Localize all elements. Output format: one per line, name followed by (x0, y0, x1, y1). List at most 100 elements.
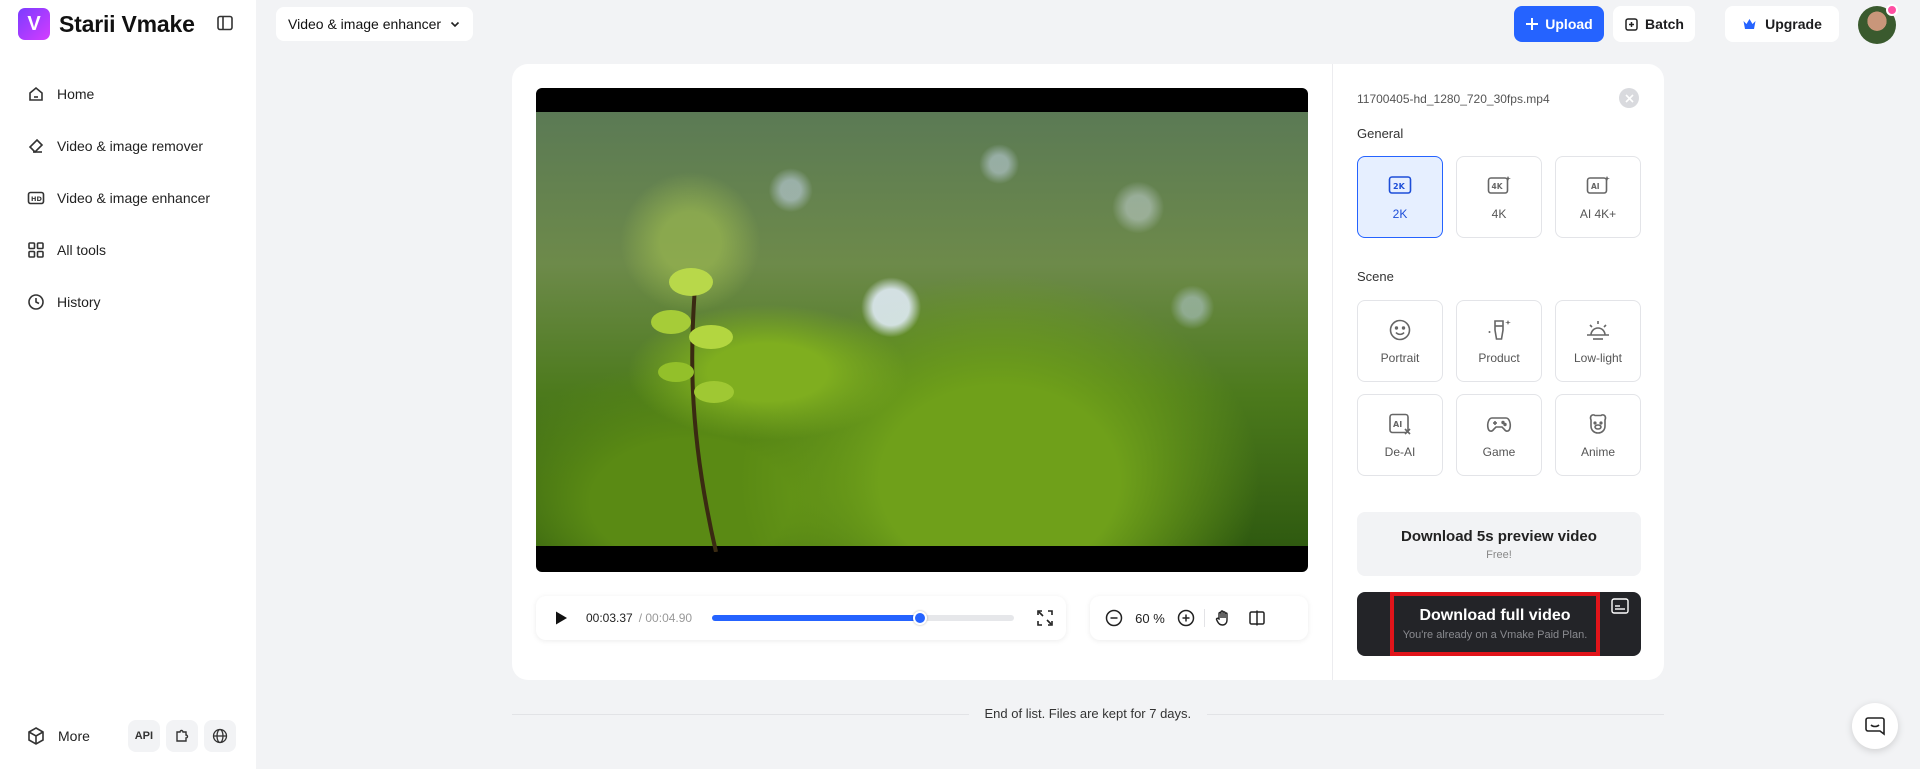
close-file-button[interactable] (1619, 88, 1639, 108)
smile-icon (1387, 317, 1413, 343)
sidebar-bottom: More API (26, 720, 236, 752)
cube-icon (28, 727, 44, 745)
chevron-down-icon (451, 21, 460, 28)
option-label: Portrait (1380, 351, 1420, 365)
sidebar-item-enhancer[interactable]: HD Video & image enhancer (16, 176, 244, 220)
close-icon (1624, 93, 1634, 103)
sidebar-toggle-icon[interactable] (216, 14, 234, 32)
2k-icon: 2K (1387, 173, 1413, 199)
progress-bar[interactable] (712, 611, 1015, 625)
4k-icon: 4K (1486, 173, 1512, 199)
player-controls: 00:03.37 / 00:04.90 (536, 596, 1066, 640)
sidebar-mini-buttons: API (127, 720, 236, 752)
option-label: 2K (1392, 207, 1408, 221)
batch-icon (1625, 17, 1638, 31)
upload-button[interactable]: Upload (1514, 6, 1604, 42)
sidebar-item-home[interactable]: Home (16, 72, 244, 116)
option-label: Product (1478, 351, 1520, 365)
chat-support-button[interactable] (1852, 703, 1898, 749)
option-label: AI 4K+ (1579, 207, 1617, 221)
hd-icon: HD (26, 188, 46, 208)
sidebar-item-label: Video & image remover (57, 138, 204, 154)
language-button[interactable] (203, 720, 236, 752)
scene-low-light[interactable]: Low-light (1555, 300, 1641, 382)
bear-icon (1585, 411, 1611, 437)
zoom-out-icon[interactable] (1104, 608, 1124, 628)
sidebar-item-history[interactable]: History (16, 280, 244, 324)
sidebar-item-label: Home (57, 86, 95, 102)
app-logo[interactable]: V Starii Vmake (18, 8, 195, 40)
gamepad-icon (1486, 411, 1512, 437)
subtitle-icon[interactable] (1611, 598, 1629, 614)
puzzle-icon (176, 729, 189, 742)
eraser-icon (26, 136, 46, 156)
svg-text:HD: HD (31, 195, 42, 203)
plus-icon (1526, 18, 1539, 30)
file-name: 11700405-hd_1280_720_30fps.mp4 (1357, 92, 1550, 106)
scene-de-ai[interactable]: AI De-AI (1357, 394, 1443, 476)
sidebar-item-remover[interactable]: Video & image remover (16, 124, 244, 168)
option-label: 4K (1491, 207, 1507, 221)
progress-thumb[interactable] (913, 611, 928, 625)
option-ai-4k[interactable]: AI AI 4K+ (1555, 156, 1641, 238)
current-time: 00:03.37 (586, 611, 633, 625)
sidebar: V Starii Vmake Home Video & image remove… (0, 0, 256, 769)
batch-button[interactable]: Batch (1613, 6, 1695, 42)
svg-text:AI: AI (1591, 182, 1600, 191)
zoom-in-icon[interactable] (1176, 608, 1196, 628)
sunrise-icon (1585, 317, 1611, 343)
play-icon[interactable] (552, 609, 570, 627)
scene-portrait[interactable]: Portrait (1357, 300, 1443, 382)
api-button[interactable]: API (127, 720, 160, 752)
option-4k[interactable]: 4K 4K (1456, 156, 1542, 238)
app-name: Starii Vmake (59, 10, 195, 37)
option-2k[interactable]: 2K 2K (1357, 156, 1443, 238)
full-title: Download full video (1419, 607, 1571, 624)
product-icon (1486, 317, 1512, 343)
option-label: De-AI (1384, 445, 1416, 459)
tool-select-dropdown[interactable]: Video & image enhancer (276, 7, 474, 41)
upload-label: Upload (1545, 16, 1593, 32)
fullscreen-icon[interactable] (1036, 609, 1054, 627)
download-preview-button[interactable]: Download 5s preview video Free! (1357, 512, 1641, 576)
hand-icon[interactable] (1213, 608, 1233, 628)
avatar[interactable] (1858, 4, 1898, 44)
progress-fill (712, 615, 921, 621)
plant-image (651, 268, 734, 552)
editor-card: 00:03.37 / 00:04.90 60 % 11700405-hd_128… (512, 64, 1664, 680)
sidebar-item-label: Video & image enhancer (57, 190, 211, 206)
scene-product[interactable]: Product (1456, 300, 1542, 382)
video-frame (536, 112, 1308, 552)
compare-icon[interactable] (1247, 608, 1267, 628)
download-full-button[interactable]: Download full video You're already on a … (1357, 592, 1641, 656)
tool-select-value: Video & image enhancer (288, 16, 442, 32)
zoom-divider (1204, 609, 1205, 627)
scene-label: Scene (1357, 269, 1394, 284)
globe-icon (212, 728, 228, 744)
plugin-button[interactable] (165, 720, 198, 752)
more-button[interactable]: More (26, 726, 90, 746)
svg-text:2K: 2K (1393, 182, 1406, 191)
preview-subtitle: Free! (1486, 548, 1512, 561)
zoom-value: 60 % (1135, 610, 1165, 626)
total-time: / 00:04.90 (638, 611, 693, 625)
video-preview[interactable] (536, 88, 1308, 572)
grid-icon (26, 240, 46, 260)
more-label: More (58, 728, 90, 744)
upgrade-label: Upgrade (1765, 16, 1822, 32)
option-label: Low-light (1573, 351, 1623, 365)
scene-game[interactable]: Game (1456, 394, 1542, 476)
svg-text:4K: 4K (1492, 182, 1504, 191)
general-label: General (1357, 126, 1404, 141)
option-label: Game (1482, 445, 1516, 459)
panel-divider (1332, 64, 1333, 680)
upgrade-button[interactable]: Upgrade (1725, 6, 1839, 42)
clock-icon (26, 292, 46, 312)
sidebar-item-all-tools[interactable]: All tools (16, 228, 244, 272)
svg-text:AI: AI (1393, 420, 1402, 429)
notification-badge (1886, 4, 1898, 16)
ai-4k-icon: AI (1585, 173, 1611, 199)
preview-title: Download 5s preview video (1401, 527, 1597, 545)
sidebar-item-label: History (57, 294, 101, 310)
scene-anime[interactable]: Anime (1555, 394, 1641, 476)
